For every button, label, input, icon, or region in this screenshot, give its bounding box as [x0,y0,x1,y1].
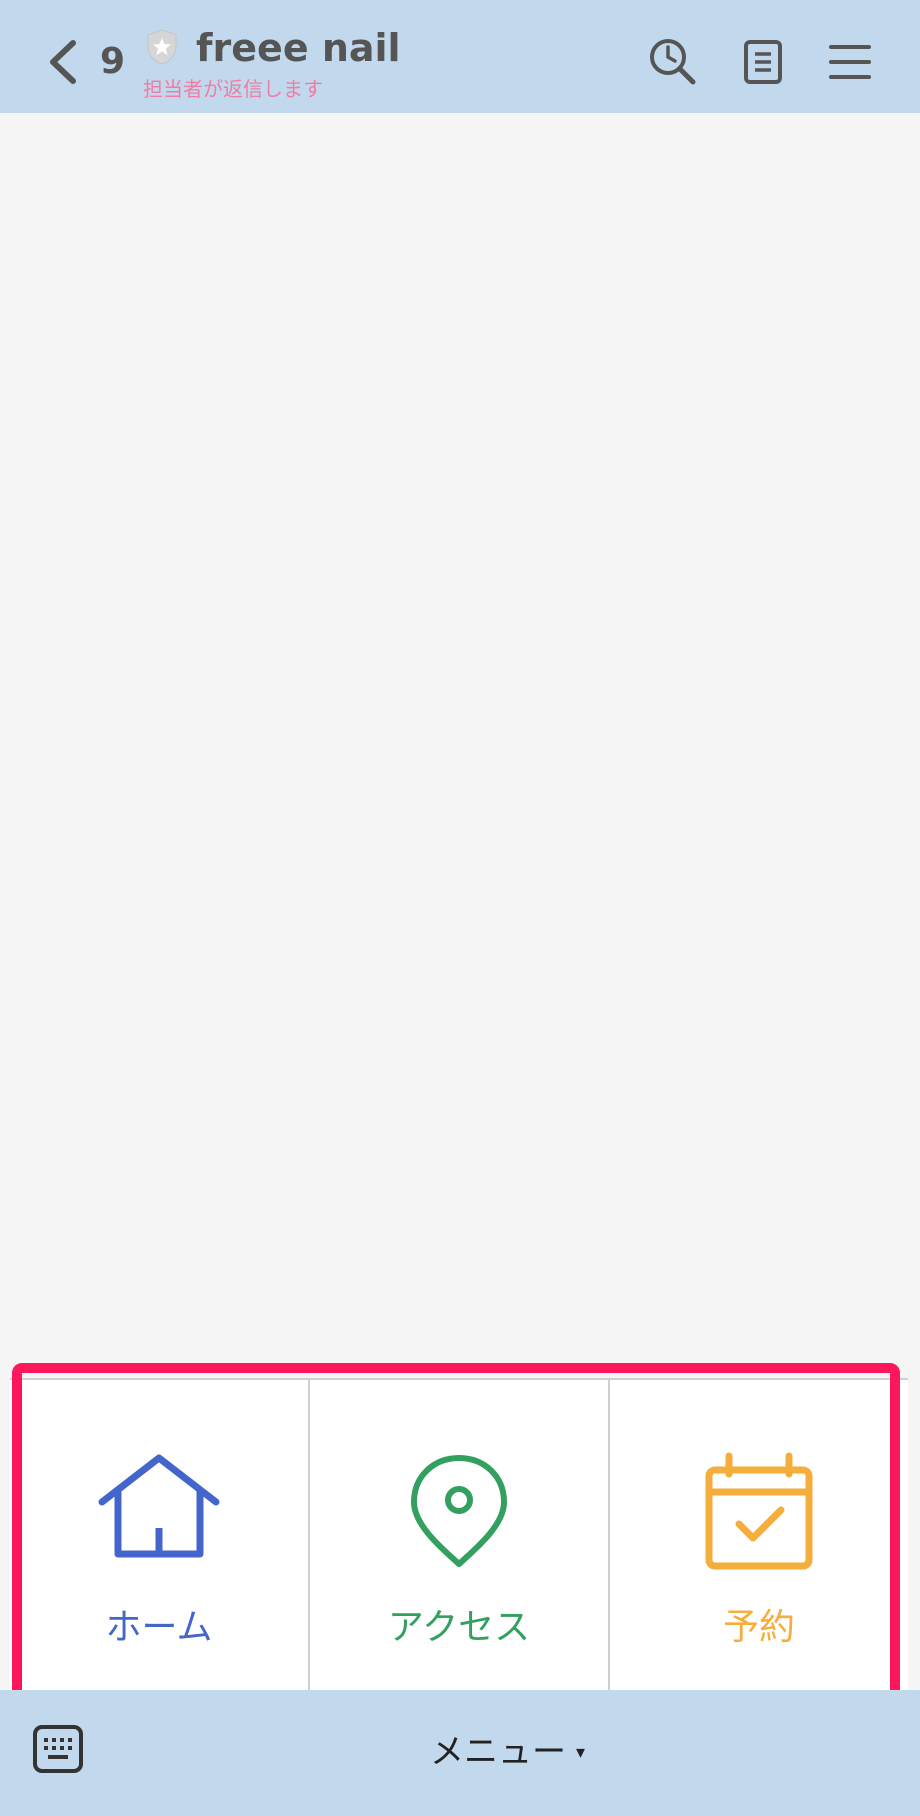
back-button[interactable] [42,34,82,90]
keyboard-button[interactable] [32,1724,84,1774]
rich-menu-toggle[interactable]: メニュー ▾ [430,1730,585,1774]
menu-button[interactable] [824,36,876,88]
notes-button[interactable] [737,36,789,88]
chat-title[interactable]: freee nail [196,24,401,72]
search-history-icon [650,39,696,85]
rich-menu-item-home[interactable]: ホーム [10,1380,310,1690]
notes-icon [744,40,782,84]
map-pin-icon [411,1455,507,1567]
chat-message-area[interactable] [0,113,920,1378]
calendar-check-icon [705,1452,813,1570]
rich-menu-label-access: アクセス [387,1607,531,1648]
chevron-down-icon: ▾ [576,1741,586,1763]
rich-menu-toggle-label: メニュー [430,1732,566,1772]
rich-menu-item-reservation[interactable]: 予約 [610,1380,908,1690]
home-icon [98,1454,220,1558]
back-icon [50,40,76,84]
menu-icon [829,45,871,79]
rich-menu: ホーム アクセス 予約 [10,1378,908,1690]
bottom-bar: メニュー ▾ [0,1690,920,1816]
search-history-button[interactable] [647,36,699,88]
rich-menu-item-access[interactable]: アクセス [310,1380,610,1690]
keyboard-icon [33,1725,83,1773]
rich-menu-label-home: ホーム [105,1607,213,1648]
chat-header: 9 freee nail 担当者が返信します [0,0,920,113]
chat-subtitle: 担当者が返信します [143,77,323,101]
rich-menu-label-reservation: 予約 [722,1607,795,1648]
unread-count[interactable]: 9 [100,38,125,86]
shield-star-icon [147,29,177,65]
